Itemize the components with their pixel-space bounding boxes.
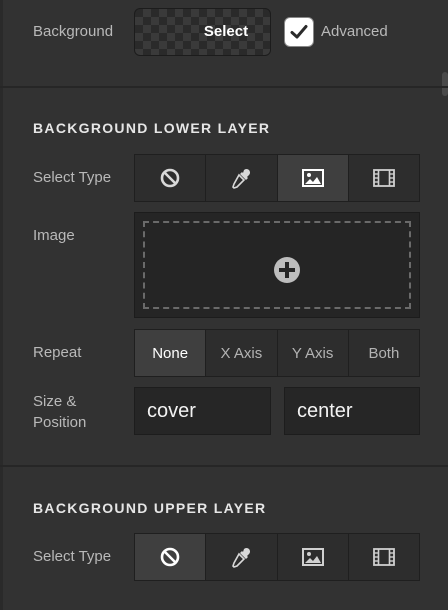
advanced-label: Advanced bbox=[321, 23, 388, 40]
size-input[interactable]: cover bbox=[134, 387, 271, 435]
checkmark-icon bbox=[290, 25, 308, 39]
repeat-label: Repeat bbox=[33, 344, 82, 361]
position-input[interactable]: center bbox=[284, 387, 420, 435]
film-icon bbox=[372, 169, 395, 187]
upper-type-video[interactable] bbox=[348, 534, 419, 580]
lower-type-none[interactable] bbox=[135, 155, 207, 201]
image-icon bbox=[301, 169, 324, 187]
background-settings-panel: Background Select Advanced BACKGROUND LO… bbox=[0, 0, 448, 610]
repeat-option-label: None bbox=[152, 344, 189, 362]
repeat-option-label: X Axis bbox=[220, 344, 263, 362]
upper-type-selector bbox=[134, 533, 420, 581]
lower-select-type-label: Select Type bbox=[33, 169, 112, 186]
size-position-label: Size & Position bbox=[33, 393, 87, 431]
repeat-option-both[interactable]: Both bbox=[348, 330, 419, 376]
lower-type-video[interactable] bbox=[348, 155, 419, 201]
none-icon bbox=[160, 547, 180, 567]
panel-edge bbox=[0, 0, 3, 610]
add-image-icon[interactable] bbox=[273, 256, 301, 284]
image-label: Image bbox=[33, 227, 75, 244]
repeat-option-label: Both bbox=[368, 344, 400, 362]
repeat-option-label: Y Axis bbox=[291, 344, 334, 362]
divider bbox=[0, 465, 448, 467]
film-icon bbox=[372, 548, 395, 566]
image-dropzone-border bbox=[143, 221, 411, 309]
background-color-swatch[interactable]: Select bbox=[134, 8, 271, 56]
image-dropzone[interactable] bbox=[134, 212, 420, 318]
eyedropper-icon bbox=[232, 168, 251, 189]
repeat-option-none[interactable]: None bbox=[135, 330, 207, 376]
upper-type-image[interactable] bbox=[277, 534, 349, 580]
select-label: Select bbox=[203, 23, 249, 40]
image-icon bbox=[301, 548, 324, 566]
lower-type-color[interactable] bbox=[206, 155, 278, 201]
none-icon bbox=[160, 168, 180, 188]
background-label: Background bbox=[33, 23, 114, 40]
upper-layer-title: BACKGROUND UPPER LAYER bbox=[33, 500, 267, 516]
upper-type-color[interactable] bbox=[206, 534, 278, 580]
upper-type-none[interactable] bbox=[135, 534, 207, 580]
repeat-option-y-axis[interactable]: Y Axis bbox=[277, 330, 349, 376]
advanced-checkbox[interactable] bbox=[284, 17, 314, 47]
upper-select-type-label: Select Type bbox=[33, 548, 112, 565]
repeat-option-x-axis[interactable]: X Axis bbox=[206, 330, 278, 376]
repeat-selector: None X Axis Y Axis Both bbox=[134, 329, 420, 377]
lower-type-selector bbox=[134, 154, 420, 202]
divider bbox=[0, 86, 448, 88]
eyedropper-icon bbox=[232, 547, 251, 568]
background-row: Background Select Advanced bbox=[0, 0, 448, 86]
lower-layer-title: BACKGROUND LOWER LAYER bbox=[33, 120, 271, 136]
lower-type-image[interactable] bbox=[277, 155, 349, 201]
